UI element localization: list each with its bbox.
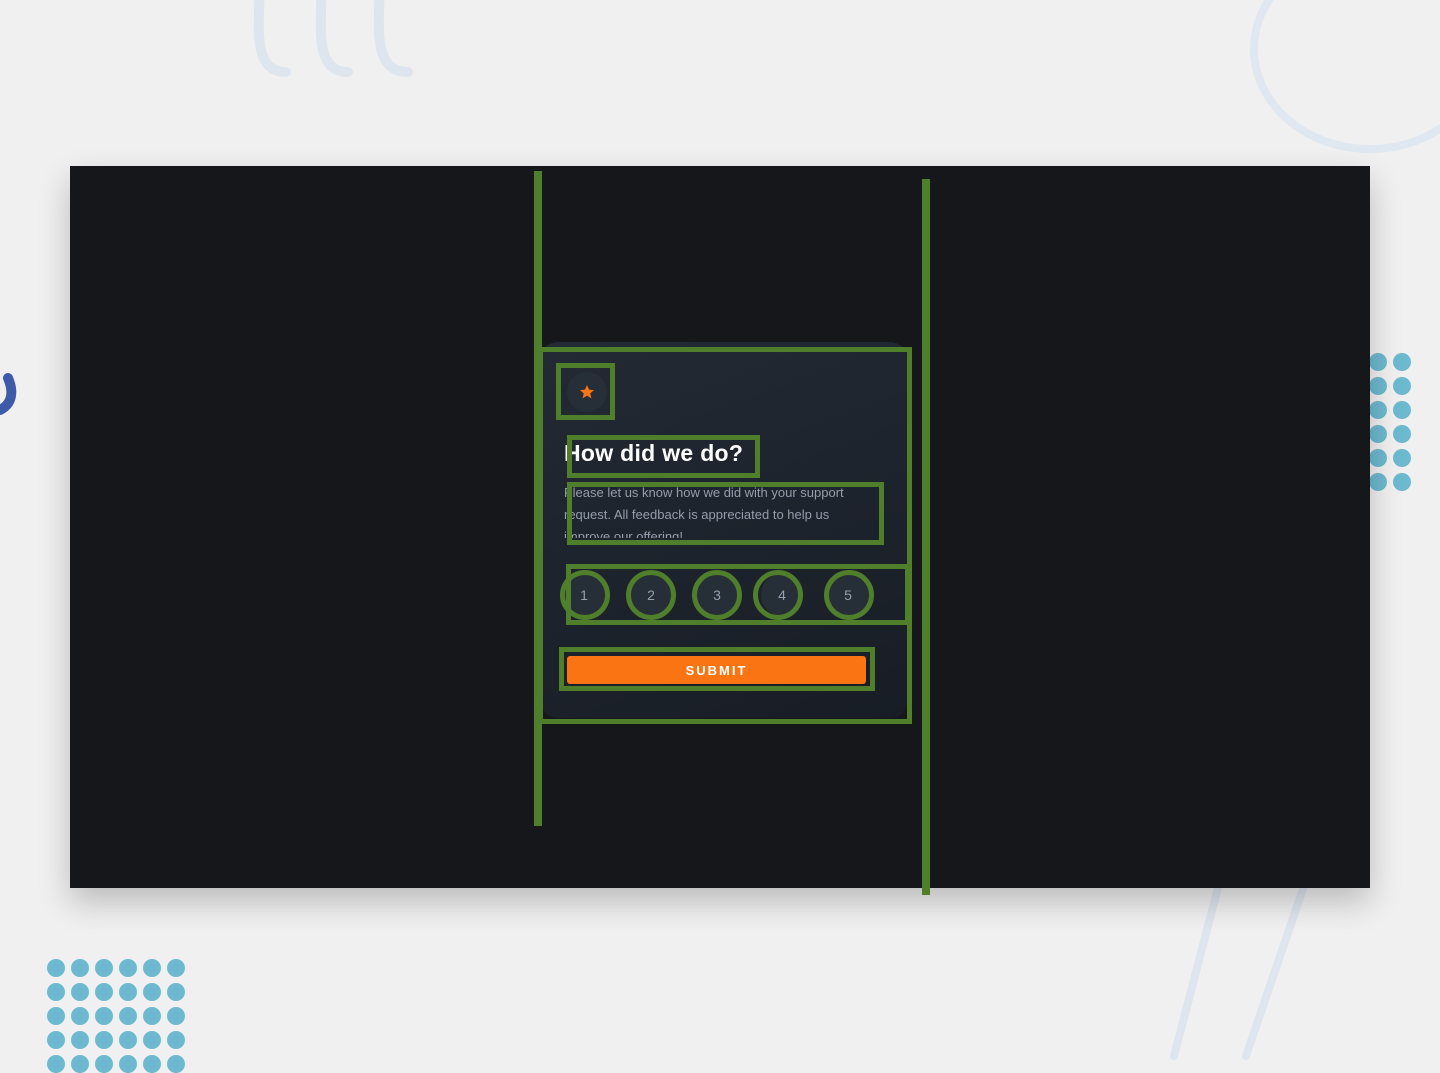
annotation-circle [824,570,874,620]
annotation-box [567,435,760,478]
dot-grid-decoration [1369,353,1411,491]
annotation-circle [560,570,610,620]
ring-decoration [1250,0,1440,153]
annotation-box [556,363,615,420]
squiggle-decoration [253,0,413,77]
annotation-circle [692,570,742,620]
slash-decoration [1170,880,1310,1060]
annotation-circle [626,570,676,620]
hook-decoration [0,373,17,415]
annotation-box [567,482,884,545]
annotation-circle [753,570,803,620]
annotation-box [559,647,875,691]
annotation-line [922,179,930,895]
